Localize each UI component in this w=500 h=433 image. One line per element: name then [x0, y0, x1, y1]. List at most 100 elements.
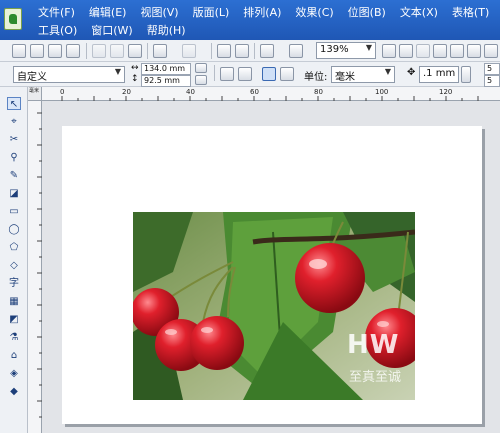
- zoom-width-icon[interactable]: [467, 44, 481, 58]
- ruler-tick-label: 20: [122, 88, 131, 96]
- ruler-tick-label: 0: [60, 88, 65, 96]
- ruler-units-marker: 毫米: [29, 88, 40, 94]
- menu-tools[interactable]: 工具(O): [34, 21, 81, 39]
- menu-layout[interactable]: 版面(L): [189, 3, 234, 21]
- new-document-icon[interactable]: [12, 44, 26, 58]
- zoom-selected-icon[interactable]: [416, 44, 430, 58]
- undo-icon[interactable]: [153, 44, 167, 58]
- polygon-tool-icon[interactable]: ⬠: [7, 241, 21, 254]
- freehand-tool-icon[interactable]: ✎: [7, 169, 21, 182]
- spinner-up-icon[interactable]: [195, 63, 207, 73]
- duplicate-y-value: 5: [487, 76, 493, 85]
- current-page-icon[interactable]: [280, 67, 294, 81]
- nudge-spinner-icon[interactable]: [461, 66, 471, 83]
- page-height-input[interactable]: 92.5 mm: [141, 75, 191, 87]
- all-pages-icon[interactable]: [262, 67, 276, 81]
- menu-file[interactable]: 文件(F): [34, 3, 79, 21]
- units-label: 单位:: [304, 72, 328, 83]
- menu-row-secondary: 工具(O) 窗口(W) 帮助(H): [34, 21, 196, 39]
- basic-shapes-tool-icon[interactable]: ◇: [7, 259, 21, 272]
- ellipse-tool-icon[interactable]: ◯: [7, 223, 21, 236]
- interactive-fill-tool-icon[interactable]: ◆: [7, 385, 21, 398]
- toolbar-separator: [214, 65, 215, 81]
- watermark-caption: 至真至诚: [349, 370, 402, 385]
- horizontal-ruler[interactable]: 0 20 40 60 80 100 120: [28, 87, 500, 101]
- menu-view[interactable]: 视图(V): [136, 3, 182, 21]
- crop-tool-icon[interactable]: ✂: [7, 133, 21, 146]
- copy-icon[interactable]: [110, 44, 124, 58]
- vertical-ruler[interactable]: [28, 101, 42, 433]
- ruler-ticks: [61, 96, 479, 101]
- zoom-level-value: 139%: [320, 44, 349, 55]
- page-width-value: 134.0 mm: [144, 64, 186, 73]
- interactive-effects-tool-icon[interactable]: ◩: [7, 313, 21, 326]
- save-icon[interactable]: [48, 44, 62, 58]
- fill-tool-icon[interactable]: ◈: [7, 367, 21, 380]
- page-height-value: 92.5 mm: [144, 76, 180, 85]
- watermark-logo: HW: [347, 330, 400, 360]
- smart-fill-tool-icon[interactable]: ◪: [7, 187, 21, 200]
- export-icon[interactable]: [235, 44, 249, 58]
- zoom-page-icon[interactable]: [450, 44, 464, 58]
- menu-bitmaps[interactable]: 位图(B): [344, 3, 390, 21]
- outline-tool-icon[interactable]: ⌂: [7, 349, 21, 362]
- menu-help[interactable]: 帮助(H): [143, 21, 190, 39]
- zoom-all-icon[interactable]: [433, 44, 447, 58]
- nudge-distance-input[interactable]: .1 mm: [419, 66, 459, 83]
- chevron-down-icon: ▼: [384, 67, 391, 76]
- toolbar-separator: [147, 43, 148, 59]
- menu-effects[interactable]: 效果(C): [291, 3, 337, 21]
- ruler-tick-label: 60: [250, 88, 259, 96]
- redo-icon[interactable]: [182, 44, 196, 58]
- menu-arrange[interactable]: 排列(A): [239, 3, 285, 21]
- zoom-in-icon[interactable]: [382, 44, 396, 58]
- height-icon: ↕: [131, 74, 139, 84]
- ruler-tick-label: 100: [375, 88, 389, 96]
- ruler-tick-label: 40: [186, 88, 195, 96]
- units-select[interactable]: 毫米 ▼: [331, 66, 395, 83]
- pick-tool-icon[interactable]: ↖: [7, 97, 21, 110]
- open-folder-icon[interactable]: [30, 44, 44, 58]
- eyedropper-tool-icon[interactable]: ⚗: [7, 331, 21, 344]
- text-tool-icon[interactable]: 字: [7, 277, 21, 290]
- shape-tool-icon[interactable]: ⌖: [7, 115, 21, 128]
- print-icon[interactable]: [66, 44, 80, 58]
- nudge-distance-value: .1 mm: [423, 68, 456, 79]
- menu-text[interactable]: 文本(X): [396, 3, 442, 21]
- toolbox: ↖ ⌖ ✂ ⚲ ✎ ◪ ▭ ◯ ⬠ ◇ 字 ▦ ◩ ⚗ ⌂ ◈ ◆: [0, 87, 28, 433]
- cut-icon[interactable]: [92, 44, 106, 58]
- toolbar-separator: [211, 43, 212, 59]
- import-icon[interactable]: [217, 44, 231, 58]
- align-icon[interactable]: [289, 44, 303, 58]
- zoom-level-select[interactable]: 139% ▼: [316, 42, 376, 59]
- duplicate-y-input[interactable]: 5: [484, 75, 500, 87]
- spinner-down-icon[interactable]: [195, 75, 207, 85]
- portrait-icon[interactable]: [220, 67, 234, 81]
- property-bar: 自定义 ▼ ↔ 134.0 mm ↕ 92.5 mm 单位: 毫米 ▼ ✥ .1…: [0, 62, 500, 87]
- menu-window[interactable]: 窗口(W): [87, 21, 136, 39]
- zoom-height-icon[interactable]: [484, 44, 498, 58]
- menu-table[interactable]: 表格(T): [448, 3, 493, 21]
- ruler-origin[interactable]: 毫米: [28, 87, 42, 101]
- paste-icon[interactable]: [128, 44, 142, 58]
- zoom-tool-icon[interactable]: ⚲: [7, 151, 21, 164]
- toolbar-separator: [86, 43, 87, 59]
- menu-bar: 文件(F) 编辑(E) 视图(V) 版面(L) 排列(A) 效果(C) 位图(B…: [0, 0, 500, 40]
- page-size-value: 自定义: [17, 72, 47, 83]
- duplicate-x-input[interactable]: 5: [484, 63, 500, 75]
- rectangle-tool-icon[interactable]: ▭: [7, 205, 21, 218]
- ruler-tick-label: 80: [314, 88, 323, 96]
- page-width-input[interactable]: 134.0 mm: [141, 63, 191, 75]
- nudge-icon: ✥: [407, 67, 416, 78]
- toolbar-separator: [254, 43, 255, 59]
- vertical-ruler-ticks: [37, 112, 42, 418]
- page-size-select[interactable]: 自定义 ▼: [13, 66, 125, 83]
- menu-edit[interactable]: 编辑(E): [85, 3, 131, 21]
- zoom-out-icon[interactable]: [399, 44, 413, 58]
- application-launcher-icon[interactable]: [260, 44, 274, 58]
- table-tool-icon[interactable]: ▦: [7, 295, 21, 308]
- menu-row-primary: 文件(F) 编辑(E) 视图(V) 版面(L) 排列(A) 效果(C) 位图(B…: [34, 3, 499, 21]
- chevron-down-icon: ▼: [114, 67, 121, 76]
- landscape-icon[interactable]: [238, 67, 252, 81]
- width-icon: ↔: [131, 63, 139, 73]
